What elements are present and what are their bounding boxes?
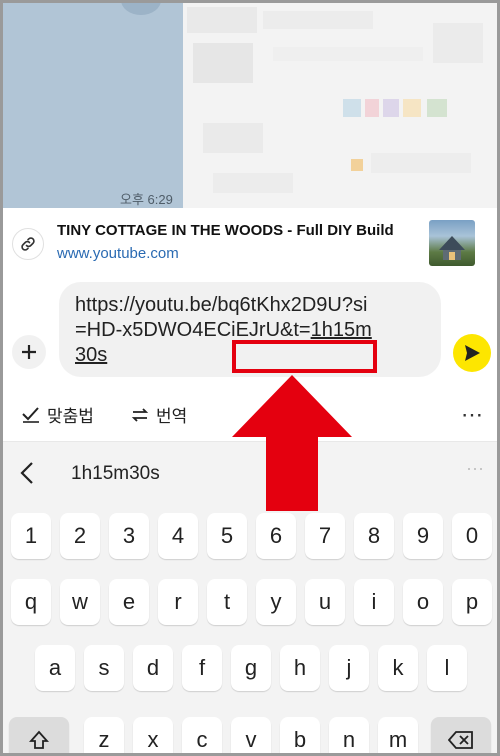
key-a[interactable]: a [35, 645, 75, 691]
key-h[interactable]: h [280, 645, 320, 691]
suggestion-word[interactable]: 1h15m30s [71, 463, 160, 485]
key-2[interactable]: 2 [60, 513, 100, 559]
suggestion-more-icon[interactable]: ⋯ [466, 459, 484, 480]
timestamp-prefix: &t= [280, 319, 311, 341]
more-options-icon[interactable]: ⋯ [461, 402, 484, 428]
backspace-key[interactable] [431, 717, 491, 753]
key-d[interactable]: d [133, 645, 173, 691]
key-x[interactable]: x [133, 717, 173, 753]
key-8[interactable]: 8 [354, 513, 394, 559]
key-e[interactable]: e [109, 579, 149, 625]
key-c[interactable]: c [182, 717, 222, 753]
key-5[interactable]: 5 [207, 513, 247, 559]
key-m[interactable]: m [378, 717, 418, 753]
shift-key[interactable] [9, 717, 69, 753]
key-z[interactable]: z [84, 717, 124, 753]
shift-icon [28, 730, 50, 749]
key-s[interactable]: s [84, 645, 124, 691]
send-button[interactable] [453, 334, 491, 372]
chat-area: 오후 6:29 [3, 3, 497, 208]
key-q[interactable]: q [11, 579, 51, 625]
plus-icon [22, 345, 36, 359]
link-preview[interactable]: TINY COTTAGE IN THE WOODS - Full DIY Bui… [3, 208, 497, 278]
backspace-icon [448, 731, 473, 749]
key-4[interactable]: 4 [158, 513, 198, 559]
key-0[interactable]: 0 [452, 513, 492, 559]
key-l[interactable]: l [427, 645, 467, 691]
key-f[interactable]: f [182, 645, 222, 691]
screen: 오후 6:29 TINY COTTAGE IN THE WOODS - Full… [0, 0, 500, 756]
key-y[interactable]: y [256, 579, 296, 625]
back-icon[interactable] [17, 460, 37, 491]
key-j[interactable]: j [329, 645, 369, 691]
translate-label: 번역 [156, 407, 188, 426]
spellcheck-label: 맞춤법 [47, 407, 94, 426]
key-n[interactable]: n [329, 717, 369, 753]
key-w[interactable]: w [60, 579, 100, 625]
key-v[interactable]: v [231, 717, 271, 753]
check-icon [22, 406, 39, 423]
translate-button[interactable]: 번역 [130, 402, 187, 427]
preview-domain: www.youtube.com [57, 245, 179, 262]
send-icon [465, 345, 480, 361]
arrow-up-icon [232, 375, 352, 511]
key-k[interactable]: k [378, 645, 418, 691]
key-r[interactable]: r [158, 579, 198, 625]
image-message[interactable] [183, 3, 497, 208]
keyboard: 1234567890 qwertyuiop asdfghjkl zxcvbnm [3, 501, 497, 753]
key-6[interactable]: 6 [256, 513, 296, 559]
message-time: 오후 6:29 [120, 192, 173, 207]
key-7[interactable]: 7 [305, 513, 345, 559]
key-t[interactable]: t [207, 579, 247, 625]
swap-arrows-icon [131, 407, 149, 422]
highlight-box [232, 340, 377, 373]
preview-thumbnail [429, 220, 475, 266]
key-i[interactable]: i [354, 579, 394, 625]
key-u[interactable]: u [305, 579, 345, 625]
spellcheck-button[interactable]: 맞춤법 [21, 402, 94, 427]
key-o[interactable]: o [403, 579, 443, 625]
key-p[interactable]: p [452, 579, 492, 625]
key-g[interactable]: g [231, 645, 271, 691]
link-icon [12, 228, 44, 260]
preview-title: TINY COTTAGE IN THE WOODS - Full DIY Bui… [57, 222, 394, 239]
key-3[interactable]: 3 [109, 513, 149, 559]
attach-button[interactable] [12, 335, 46, 369]
avatar [121, 3, 161, 15]
key-b[interactable]: b [280, 717, 320, 753]
key-1[interactable]: 1 [11, 513, 51, 559]
key-9[interactable]: 9 [403, 513, 443, 559]
